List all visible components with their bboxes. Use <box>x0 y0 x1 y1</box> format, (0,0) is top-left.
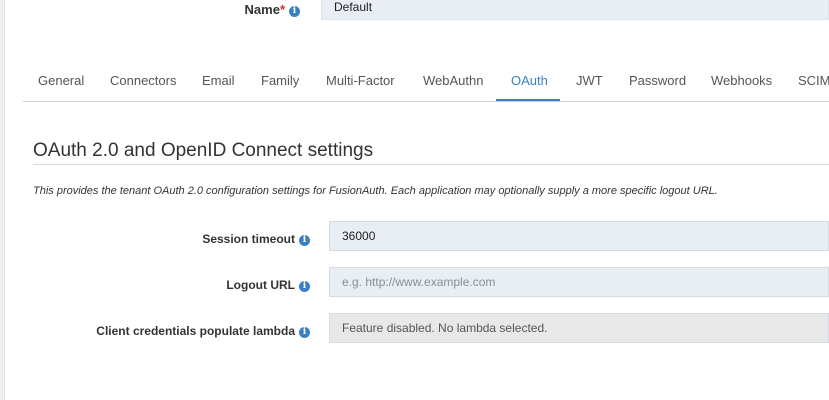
name-input[interactable]: Default <box>321 0 829 20</box>
tab-family[interactable]: Family <box>261 73 299 88</box>
name-label: Name* i <box>245 2 300 17</box>
tab-general[interactable]: General <box>38 73 84 88</box>
tab-multi-factor[interactable]: Multi-Factor <box>326 73 395 88</box>
left-border <box>0 0 5 400</box>
info-icon[interactable]: i <box>299 327 310 338</box>
section-title: OAuth 2.0 and OpenID Connect settings <box>33 140 374 161</box>
tab-email[interactable]: Email <box>202 73 235 88</box>
logout-url-input[interactable]: e.g. http://www.example.com <box>329 267 829 297</box>
client-credentials-lambda-select: Feature disabled. No lambda selected. <box>329 313 829 343</box>
client-credentials-lambda-label: Client credentials populate lambda i <box>96 324 310 338</box>
info-icon[interactable]: i <box>289 6 300 17</box>
info-icon[interactable]: i <box>299 235 310 246</box>
tab-webauthn[interactable]: WebAuthn <box>423 73 483 88</box>
section-description: This provides the tenant OAuth 2.0 confi… <box>33 185 718 197</box>
session-timeout-label: Session timeout i <box>202 232 310 246</box>
tab-connectors[interactable]: Connectors <box>110 73 176 88</box>
tab-password[interactable]: Password <box>629 73 686 88</box>
active-tab-indicator <box>496 99 560 101</box>
required-marker: * <box>279 2 285 17</box>
settings-tabs: General Connectors Email Family Multi-Fa… <box>23 63 829 102</box>
section-divider <box>33 164 829 165</box>
name-field-row: Name* i Default <box>0 0 829 22</box>
tab-scim[interactable]: SCIM <box>798 73 829 88</box>
tab-jwt[interactable]: JWT <box>576 73 603 88</box>
tab-webhooks[interactable]: Webhooks <box>711 73 772 88</box>
session-timeout-input[interactable]: 36000 <box>329 221 829 251</box>
tab-oauth[interactable]: OAuth <box>511 73 548 88</box>
info-icon[interactable]: i <box>299 281 310 292</box>
logout-url-label: Logout URL i <box>226 278 310 292</box>
